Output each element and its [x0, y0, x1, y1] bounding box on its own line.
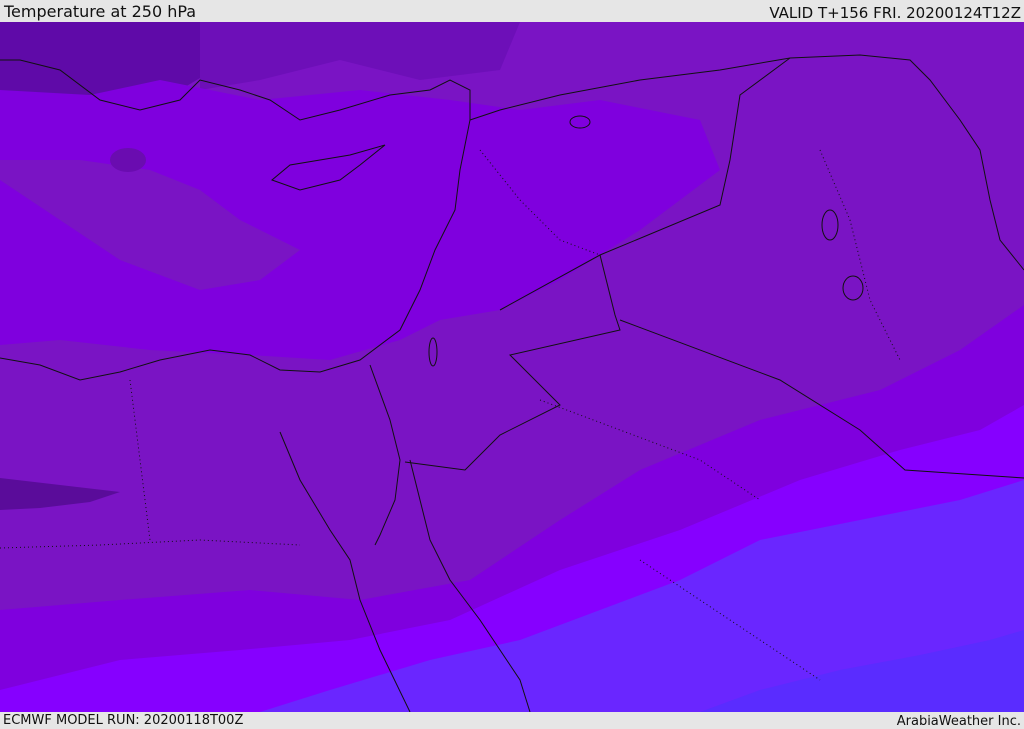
footer-bar: ECMWF MODEL RUN: 20200118T00Z ArabiaWeat…: [0, 712, 1024, 729]
model-run-label: ECMWF MODEL RUN: 20200118T00Z: [3, 713, 244, 728]
header-bar: Temperature at 250 hPa VALID T+156 FRI. …: [0, 0, 1024, 22]
map-title: Temperature at 250 hPa: [4, 2, 197, 21]
map-canvas: [0, 22, 1024, 712]
credit-label: ArabiaWeather Inc.: [896, 714, 1021, 729]
temperature-band-dark-spot: [110, 148, 146, 172]
valid-time: VALID T+156 FRI. 20200124T12Z: [769, 4, 1021, 22]
temperature-map[interactable]: [0, 22, 1024, 712]
